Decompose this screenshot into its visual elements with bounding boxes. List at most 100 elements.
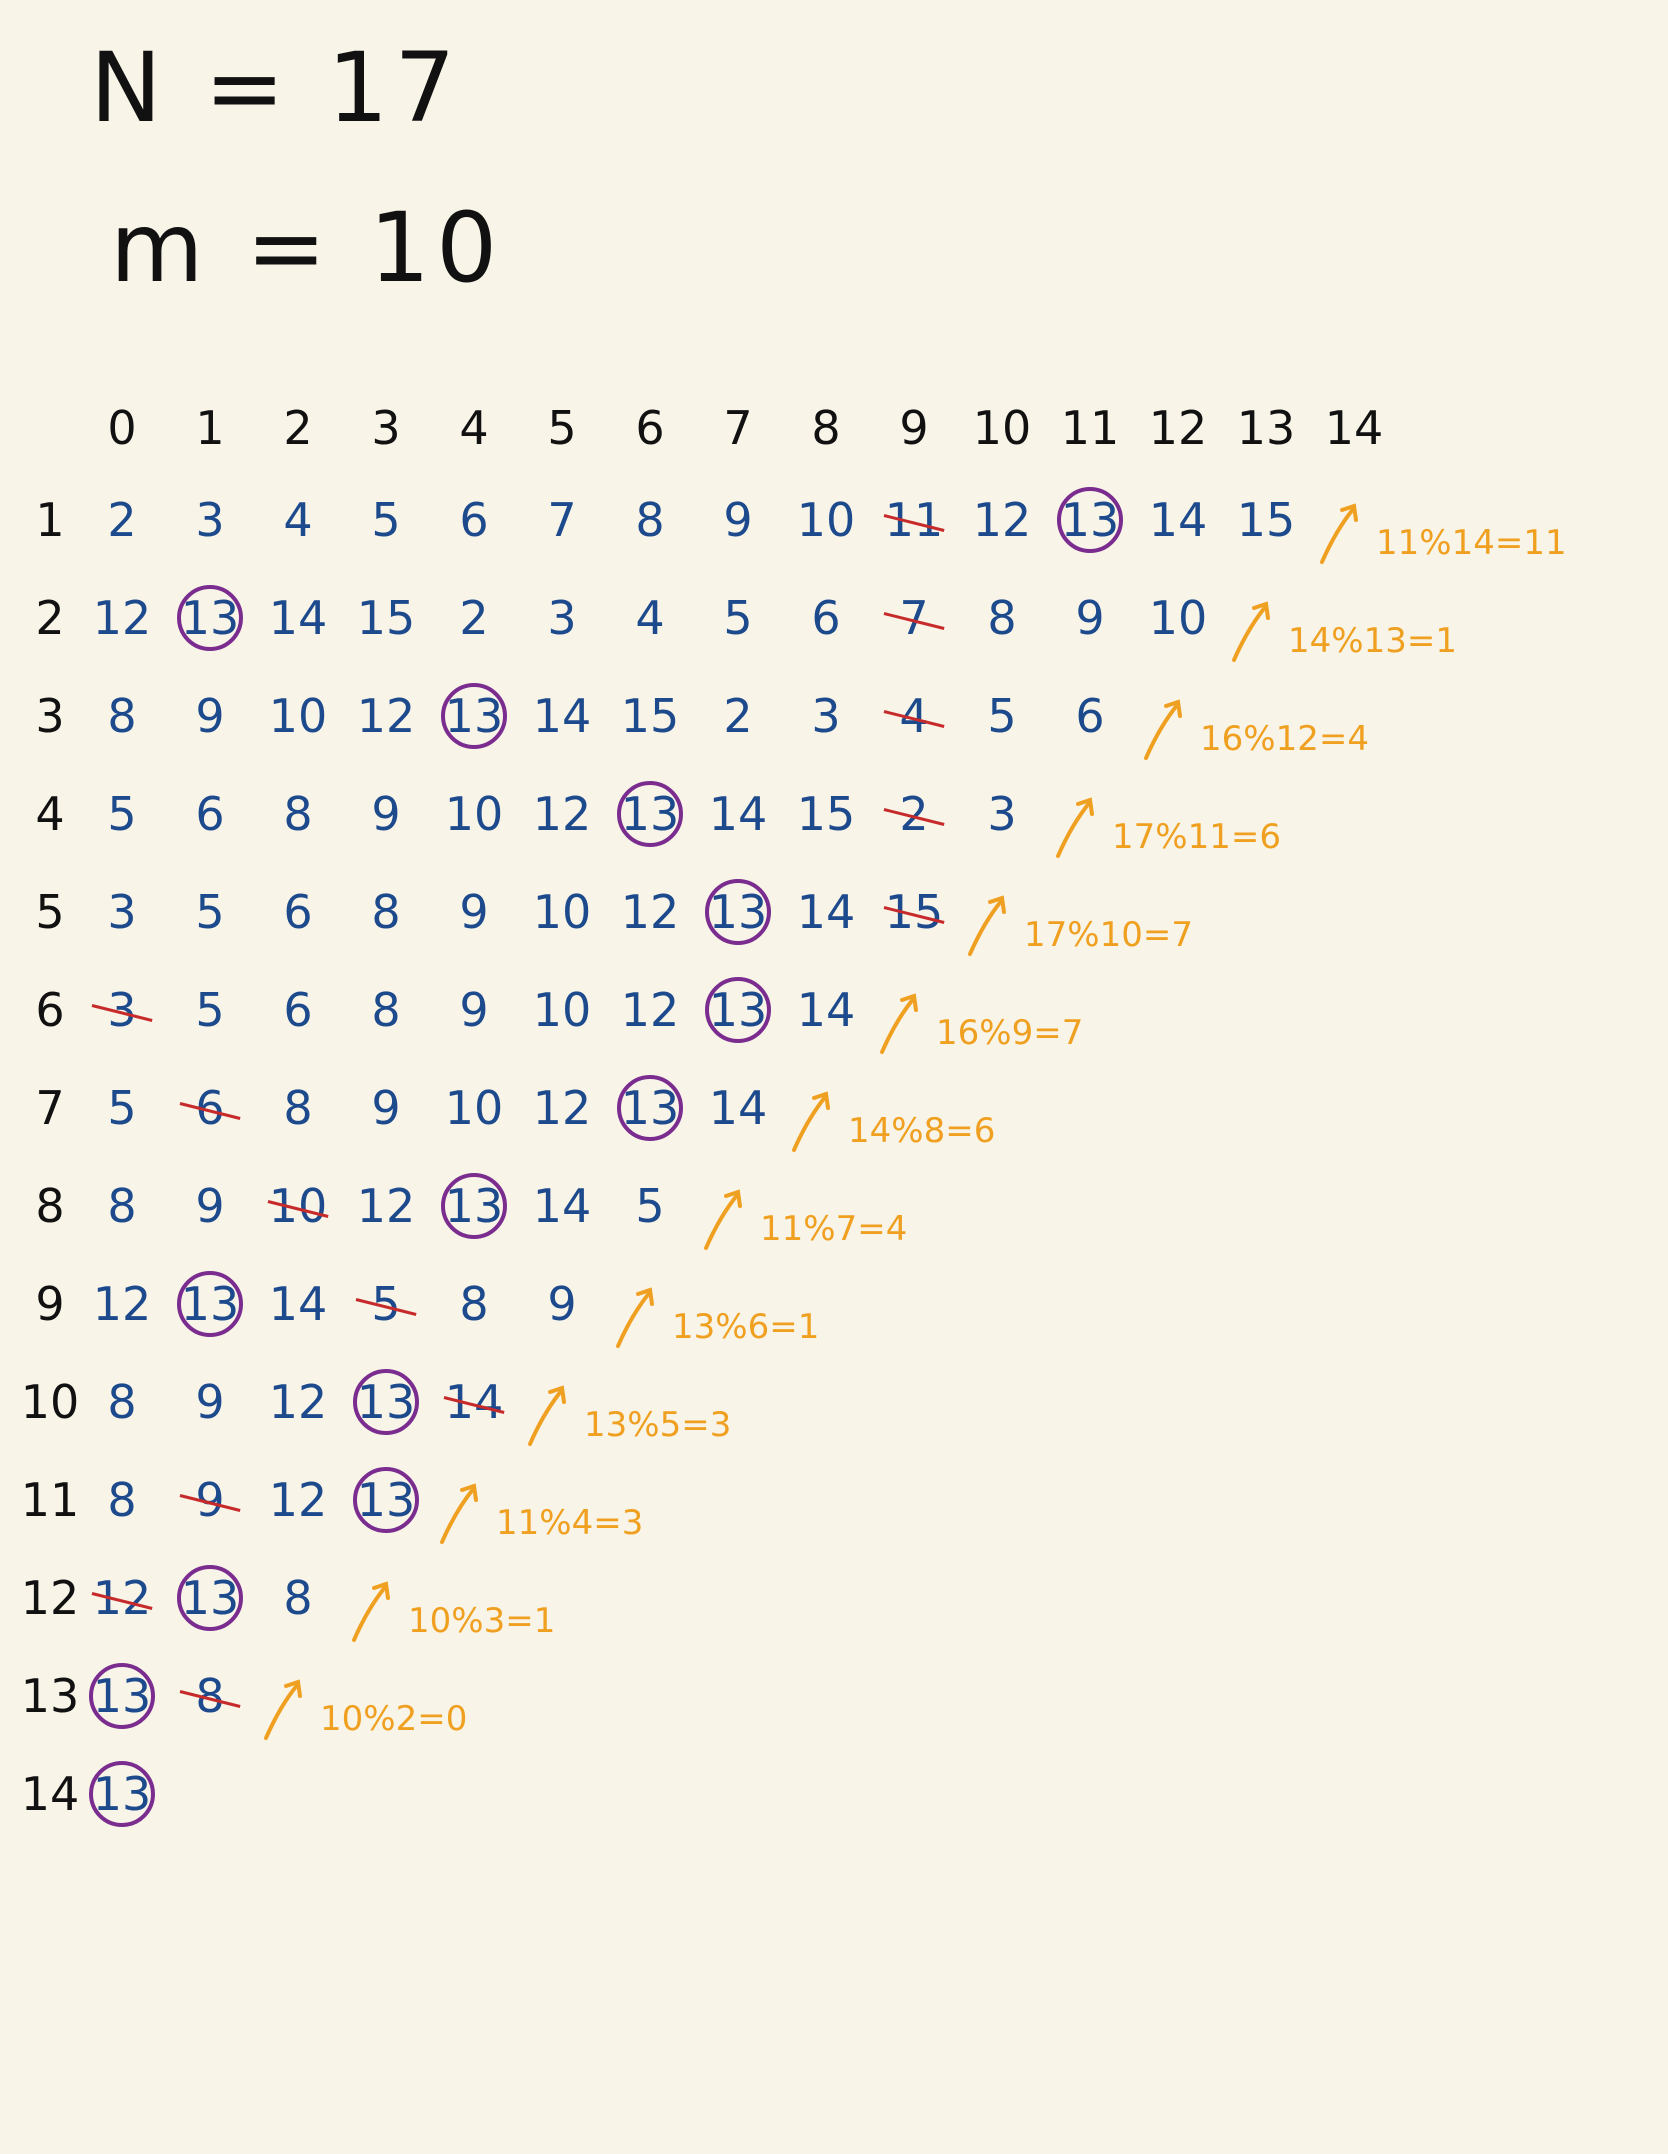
table-cell: 12 bbox=[532, 787, 592, 841]
table-cell: 9 bbox=[547, 1277, 577, 1331]
modulo-annotation: 16%12=4 bbox=[1200, 719, 1369, 759]
column-header: 2 bbox=[283, 401, 313, 455]
circle-mark bbox=[89, 1663, 155, 1729]
table-cell: 5 bbox=[195, 885, 225, 939]
table-cell: 9 bbox=[371, 787, 401, 841]
modulo-annotation: 11%4=3 bbox=[496, 1503, 644, 1543]
column-header: 4 bbox=[459, 401, 489, 455]
column-header: 11 bbox=[1060, 401, 1120, 455]
table-cell: 14 bbox=[708, 787, 768, 841]
table-cell: 9 bbox=[1075, 591, 1105, 645]
row-label: 4 bbox=[35, 787, 65, 841]
table-cell: 2 bbox=[723, 689, 753, 743]
table-cell: 5 bbox=[635, 1179, 665, 1233]
table-cell: 3 bbox=[987, 787, 1017, 841]
table-cell: 3 bbox=[107, 885, 137, 939]
table-cell: 10 bbox=[1148, 591, 1208, 645]
table-cell: 8 bbox=[107, 689, 137, 743]
modulo-annotation: 16%9=7 bbox=[936, 1013, 1084, 1053]
column-header: 9 bbox=[899, 401, 929, 455]
table-cell: 5 bbox=[107, 787, 137, 841]
row-label: 5 bbox=[35, 885, 65, 939]
table-cell: 14 bbox=[532, 689, 592, 743]
table-cell: 4 bbox=[635, 591, 665, 645]
table-cell: 6 bbox=[283, 885, 313, 939]
table-cell: 12 bbox=[268, 1473, 328, 1527]
table-cell: 6 bbox=[283, 983, 313, 1037]
circle-mark bbox=[353, 1369, 419, 1435]
table-cell: 3 bbox=[811, 689, 841, 743]
table-cell: 3 bbox=[195, 493, 225, 547]
table-cell: 12 bbox=[532, 1081, 592, 1135]
column-header: 7 bbox=[723, 401, 753, 455]
column-header: 12 bbox=[1148, 401, 1208, 455]
column-header: 10 bbox=[972, 401, 1032, 455]
table-cell: 8 bbox=[987, 591, 1017, 645]
column-header: 6 bbox=[635, 401, 665, 455]
circle-mark bbox=[705, 977, 771, 1043]
modulo-annotation: 10%2=0 bbox=[320, 1699, 468, 1739]
table-cell: 14 bbox=[796, 983, 856, 1037]
table-cell: 2 bbox=[459, 591, 489, 645]
modulo-annotation: 17%10=7 bbox=[1024, 915, 1193, 955]
table-cell: 9 bbox=[195, 689, 225, 743]
table-cell: 6 bbox=[195, 787, 225, 841]
table-cell: 8 bbox=[283, 1081, 313, 1135]
table-cell: 8 bbox=[459, 1277, 489, 1331]
table-cell: 9 bbox=[459, 983, 489, 1037]
column-header: 3 bbox=[371, 401, 401, 455]
table-cell: 10 bbox=[268, 689, 328, 743]
table-cell: 8 bbox=[283, 1571, 313, 1625]
table-cell: 14 bbox=[268, 591, 328, 645]
row-label: 10 bbox=[20, 1375, 80, 1429]
row-label: 3 bbox=[35, 689, 65, 743]
table-cell: 12 bbox=[92, 1571, 152, 1625]
table-cell: 14 bbox=[532, 1179, 592, 1233]
table-cell: 2 bbox=[107, 493, 137, 547]
table-cell: 12 bbox=[356, 1179, 416, 1233]
circle-mark bbox=[177, 1271, 243, 1337]
column-header: 13 bbox=[1236, 401, 1296, 455]
table-cell: 10 bbox=[796, 493, 856, 547]
circle-mark bbox=[1057, 487, 1123, 553]
table-cell: 10 bbox=[444, 787, 504, 841]
row-label: 12 bbox=[20, 1571, 80, 1625]
n-equation: N = 17 bbox=[90, 32, 462, 144]
table-cell: 9 bbox=[195, 1375, 225, 1429]
modulo-annotation: 13%6=1 bbox=[672, 1307, 820, 1347]
circle-mark bbox=[441, 1173, 507, 1239]
table-cell: 14 bbox=[796, 885, 856, 939]
table-cell: 5 bbox=[107, 1081, 137, 1135]
table-cell: 8 bbox=[107, 1473, 137, 1527]
row-label: 11 bbox=[20, 1473, 80, 1527]
column-header: 8 bbox=[811, 401, 841, 455]
table-cell: 9 bbox=[371, 1081, 401, 1135]
table-cell: 6 bbox=[1075, 689, 1105, 743]
handwritten-sheet: N = 17 m = 10 0 1 2 3 4 5 6 7 8 9 10 11 12 13 14 1 2 3 4 5 6… bbox=[0, 0, 1668, 2154]
table-cell: 9 bbox=[195, 1179, 225, 1233]
table-cell: 4 bbox=[283, 493, 313, 547]
table-cell: 15 bbox=[620, 689, 680, 743]
table-cell: 9 bbox=[459, 885, 489, 939]
column-header: 14 bbox=[1324, 401, 1384, 455]
row-label: 7 bbox=[35, 1081, 65, 1135]
circle-mark bbox=[177, 1565, 243, 1631]
row-label: 9 bbox=[35, 1277, 65, 1331]
table-cell: 9 bbox=[723, 493, 753, 547]
table-cell: 8 bbox=[283, 787, 313, 841]
modulo-annotation: 14%13=1 bbox=[1288, 621, 1457, 661]
table-cell: 5 bbox=[195, 983, 225, 1037]
table-cell: 10 bbox=[268, 1179, 328, 1233]
table-cell: 14 bbox=[708, 1081, 768, 1135]
row-label: 2 bbox=[35, 591, 65, 645]
table-cell: 14 bbox=[1148, 493, 1208, 547]
table-cell: 8 bbox=[635, 493, 665, 547]
column-header: 0 bbox=[107, 401, 137, 455]
row-label: 1 bbox=[35, 493, 65, 547]
row-label: 6 bbox=[35, 983, 65, 1037]
table-cell: 8 bbox=[371, 885, 401, 939]
circle-mark bbox=[441, 683, 507, 749]
circle-mark bbox=[617, 1075, 683, 1141]
table-cell: 8 bbox=[107, 1179, 137, 1233]
circle-mark bbox=[89, 1761, 155, 1827]
